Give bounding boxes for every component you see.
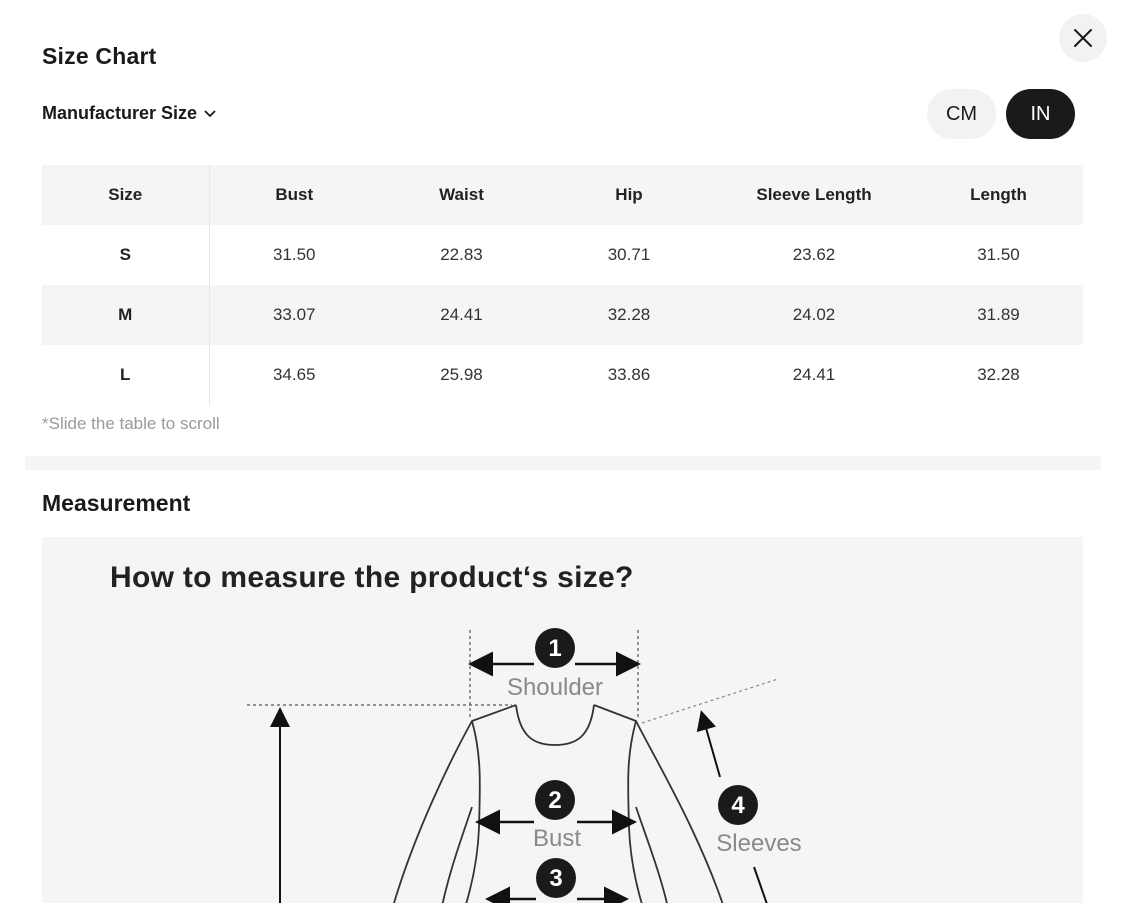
table-cell: 33.86 <box>607 365 651 384</box>
page-title: Size Chart <box>42 43 157 69</box>
point-number: 2 <box>548 787 561 814</box>
table-cell: 24.41 <box>792 365 836 384</box>
garment-diagram: 1 Shoulder 2 Bust 3 4 Sleeves <box>247 628 802 903</box>
point-label: Bust <box>533 825 581 852</box>
chevron-down-icon <box>204 109 216 117</box>
table-cell: 25.98 <box>440 365 483 384</box>
table-cell: 32.28 <box>977 365 1020 384</box>
table-cell: 33.07 <box>272 305 316 324</box>
column-header: Size <box>42 165 210 225</box>
point-number: 4 <box>731 792 745 819</box>
table-cell: 24.02 <box>792 305 836 324</box>
size-table[interactable]: Size Bust Waist Hip Sleeve Length Length… <box>42 165 1083 405</box>
size-chart-modal: Size Chart Manufacturer Size CM IN Size … <box>0 0 1125 903</box>
table-cell: 31.50 <box>272 245 316 264</box>
table-row: M 33.07 24.41 32.28 24.02 31.89 <box>42 285 1083 345</box>
column-header: Waist <box>439 185 484 204</box>
section-divider <box>25 456 1101 470</box>
close-button[interactable] <box>1059 14 1107 62</box>
table-cell: 34.65 <box>272 365 316 384</box>
measurement-guide-image: How to measure the product‘s size? 1 Sho… <box>42 537 1083 903</box>
scroll-hint: *Slide the table to scroll <box>42 414 220 433</box>
size-type-label: Manufacturer Size <box>42 103 198 123</box>
table-row: L 34.65 25.98 33.86 24.41 32.28 <box>42 345 1083 405</box>
point-label: Sleeves <box>716 830 801 857</box>
table-cell: 32.28 <box>607 305 651 324</box>
column-header: Length <box>970 185 1027 204</box>
measurement-title: Measurement <box>42 490 191 516</box>
column-header: Bust <box>275 185 314 204</box>
unit-cm-button[interactable]: CM <box>927 89 996 139</box>
table-cell: S <box>42 225 210 285</box>
point-label: Shoulder <box>507 674 603 701</box>
table-cell: M <box>42 285 210 345</box>
table-cell: 31.89 <box>977 305 1020 324</box>
point-number: 1 <box>548 635 561 662</box>
table-cell: 30.71 <box>607 245 651 264</box>
table-cell: 23.62 <box>792 245 836 264</box>
unit-in-button[interactable]: IN <box>1006 89 1075 139</box>
table-header-row: Size Bust Waist Hip Sleeve Length Length <box>42 165 1083 225</box>
table-cell: 31.50 <box>977 245 1020 264</box>
close-icon <box>1074 29 1092 47</box>
table-row: S 31.50 22.83 30.71 23.62 31.50 <box>42 225 1083 285</box>
size-type-dropdown[interactable]: Manufacturer Size <box>42 103 217 124</box>
table-cell: 24.41 <box>440 305 483 324</box>
point-number: 3 <box>549 865 562 892</box>
table-cell: 22.83 <box>440 245 483 264</box>
column-header: Hip <box>615 185 643 204</box>
unit-toggle: CM IN <box>927 89 1075 139</box>
table-cell: L <box>42 345 210 405</box>
column-header: Sleeve Length <box>756 185 872 204</box>
